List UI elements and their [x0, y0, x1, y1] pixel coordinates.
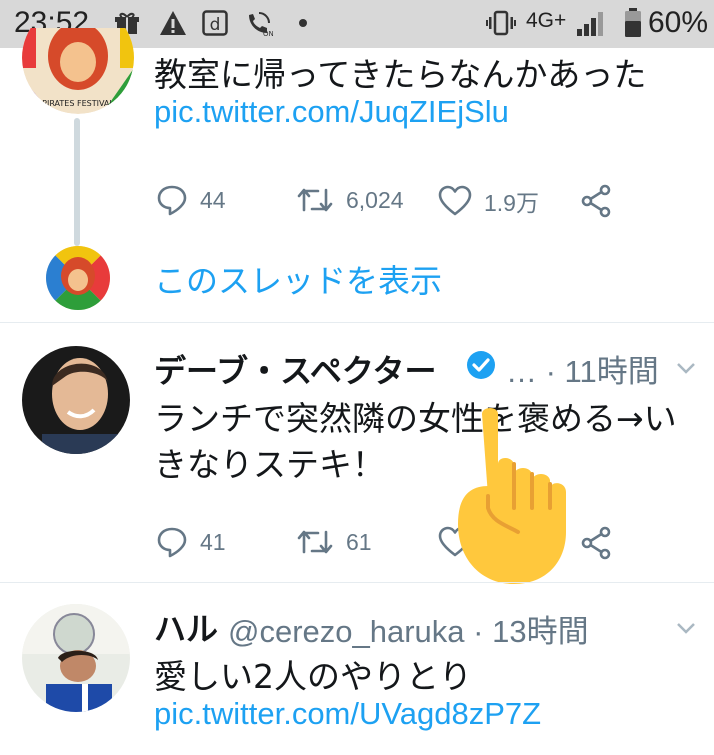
retweet-icon	[297, 530, 333, 554]
vibrate-icon	[486, 8, 516, 38]
reply-button[interactable]: 41	[156, 526, 226, 558]
thread-connector	[74, 118, 80, 246]
tweet-timestamp[interactable]: … · 11時間	[506, 346, 659, 391]
display-name[interactable]: デーブ・スペクター	[154, 346, 437, 392]
like-count: 1.9万	[484, 190, 539, 216]
tweet-text: きなりステキ！	[154, 445, 385, 484]
username-and-time[interactable]: @cerezo_haruka · 13時間	[228, 606, 589, 651]
network-type: 4G+	[526, 9, 567, 32]
reply-button[interactable]: 44	[156, 184, 226, 216]
divider	[0, 582, 714, 583]
retweet-button[interactable]: 61	[296, 526, 372, 558]
svg-text:PIRATES FESTIVAL: PIRATES FESTIVAL	[42, 99, 114, 108]
retweet-button[interactable]: 6,024	[296, 184, 404, 216]
tweet-media-link[interactable]: pic.twitter.com/JuqZIEjSlu	[154, 94, 509, 130]
tweet-text: 教室に帰ってきたらなんかあった	[154, 55, 647, 94]
reply-icon	[157, 527, 187, 558]
share-button[interactable]	[580, 184, 612, 218]
tweet-text: 愛しい2人のやりとり	[154, 657, 472, 696]
wifi-calling-icon: ON	[244, 8, 274, 38]
display-name[interactable]: ハル	[154, 604, 218, 650]
avatar[interactable]: PIRATES FESTIVAL	[22, 28, 134, 114]
tweet-media-link[interactable]: pic.twitter.com/UVagd8zP7Z	[154, 696, 541, 732]
verified-badge-icon	[466, 350, 496, 384]
retweet-count: 6,024	[346, 186, 404, 213]
signal-icon	[574, 8, 608, 38]
show-thread-link[interactable]: このスレッドを表示	[154, 256, 442, 302]
battery-percent: 60%	[648, 6, 709, 39]
divider	[0, 322, 714, 323]
like-button[interactable]: 1.9万	[438, 184, 539, 218]
d-app-icon: d	[200, 8, 230, 38]
reply-count: 41	[200, 528, 226, 555]
notification-dot-icon	[288, 8, 318, 38]
chevron-down-icon[interactable]	[674, 616, 698, 640]
retweet-count: 61	[346, 528, 372, 555]
heart-icon	[438, 185, 472, 216]
pointing-hand-emoji-icon	[452, 404, 602, 586]
battery-icon	[618, 8, 648, 38]
chevron-down-icon[interactable]	[674, 356, 698, 380]
share-icon	[581, 184, 611, 218]
svg-text:d: d	[210, 15, 221, 35]
avatar[interactable]	[22, 604, 130, 712]
avatar[interactable]	[46, 246, 110, 310]
retweet-icon	[297, 188, 333, 212]
warning-icon	[158, 8, 188, 38]
svg-text:ON: ON	[263, 30, 273, 37]
avatar[interactable]	[22, 346, 130, 454]
reply-icon	[157, 185, 187, 216]
reply-count: 44	[200, 186, 226, 213]
